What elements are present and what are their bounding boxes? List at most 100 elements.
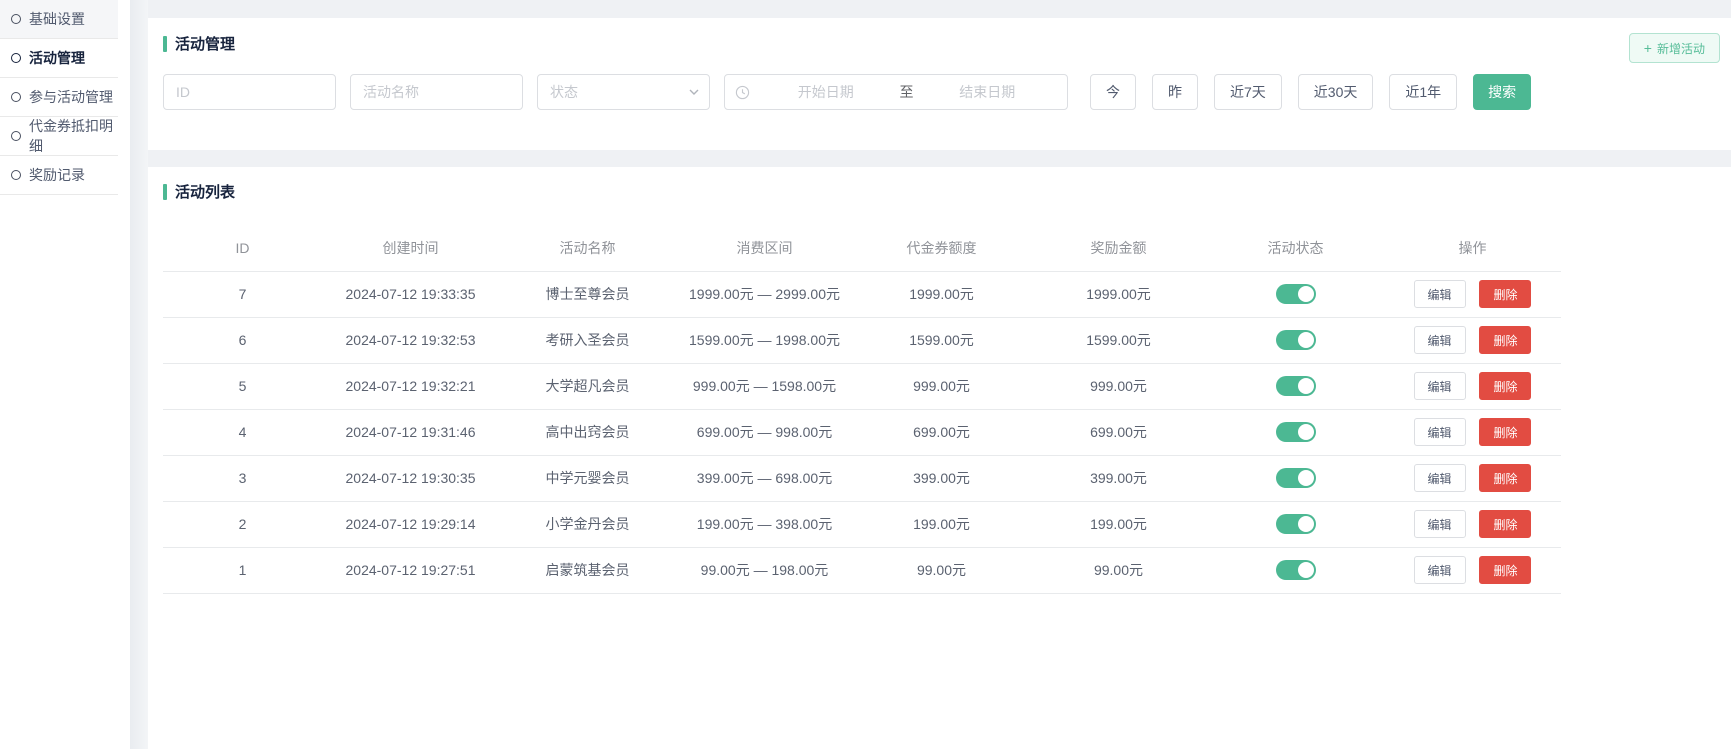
status-toggle[interactable]: [1276, 422, 1316, 442]
id-filter-input[interactable]: [163, 74, 336, 110]
filter-section-title: 活动管理: [163, 33, 235, 54]
edit-button[interactable]: 编辑: [1414, 372, 1466, 400]
sidebar-content-divider: [130, 0, 148, 749]
cell-voucher-amount: 399.00元: [853, 455, 1030, 501]
delete-button[interactable]: 删除: [1479, 510, 1531, 538]
section-marker: [163, 36, 167, 52]
status-toggle[interactable]: [1276, 468, 1316, 488]
status-filter-value[interactable]: [537, 74, 710, 110]
cell-created-time: 2024-07-12 19:27:51: [322, 547, 499, 593]
cell-consumption-range: 1599.00元 — 1998.00元: [676, 317, 853, 363]
sidebar-item-activity-management[interactable]: 活动管理: [0, 39, 118, 78]
cell-created-time: 2024-07-12 19:29:14: [322, 501, 499, 547]
sidebar-item-label: 奖励记录: [29, 165, 85, 185]
cell-activity-name: 博士至尊会员: [499, 271, 676, 317]
circle-icon: [11, 170, 21, 180]
cell-voucher-amount: 199.00元: [853, 501, 1030, 547]
table-header-row: ID创建时间活动名称消费区间代金券额度奖励金额活动状态操作: [163, 225, 1561, 271]
cell-created-time: 2024-07-12 19:33:35: [322, 271, 499, 317]
cell-id: 3: [163, 455, 322, 501]
table-row: 2 2024-07-12 19:29:14 小学金丹会员 199.00元 — 3…: [163, 501, 1561, 547]
column-header-5: 奖励金额: [1030, 225, 1207, 271]
date-range-picker[interactable]: 开始日期 至 结束日期: [724, 74, 1068, 110]
quick-range-today[interactable]: 今: [1090, 74, 1136, 110]
add-activity-button[interactable]: + 新增活动: [1629, 33, 1720, 63]
cell-id: 2: [163, 501, 322, 547]
main-content: 活动管理 + 新增活动 开始日期 至 结束日期: [148, 0, 1731, 749]
end-date-placeholder[interactable]: 结束日期: [918, 82, 1058, 102]
table-row: 3 2024-07-12 19:30:35 中学元婴会员 399.00元 — 6…: [163, 455, 1561, 501]
cell-activity-name: 考研入圣会员: [499, 317, 676, 363]
list-section-title-text: 活动列表: [175, 181, 235, 202]
status-toggle[interactable]: [1276, 330, 1316, 350]
delete-button[interactable]: 删除: [1479, 464, 1531, 492]
edit-button[interactable]: 编辑: [1414, 556, 1466, 584]
quick-range-last1year[interactable]: 近1年: [1389, 74, 1457, 110]
sidebar-item-basic-settings[interactable]: 基础设置: [0, 0, 118, 39]
column-header-7: 操作: [1384, 225, 1561, 271]
edit-button[interactable]: 编辑: [1414, 464, 1466, 492]
quick-range-last30days[interactable]: 近30天: [1298, 74, 1374, 110]
status-toggle[interactable]: [1276, 376, 1316, 396]
cell-voucher-amount: 699.00元: [853, 409, 1030, 455]
table-row: 5 2024-07-12 19:32:21 大学超凡会员 999.00元 — 1…: [163, 363, 1561, 409]
cell-voucher-amount: 1599.00元: [853, 317, 1030, 363]
cell-reward-amount: 1599.00元: [1030, 317, 1207, 363]
activity-name-filter-input[interactable]: [350, 74, 523, 110]
quick-range-last7days[interactable]: 近7天: [1214, 74, 1282, 110]
sidebar-item-label: 参与活动管理: [29, 87, 113, 107]
clock-icon: [735, 85, 750, 100]
delete-button[interactable]: 删除: [1479, 326, 1531, 354]
status-toggle[interactable]: [1276, 514, 1316, 534]
cell-id: 6: [163, 317, 322, 363]
cell-reward-amount: 399.00元: [1030, 455, 1207, 501]
cell-id: 1: [163, 547, 322, 593]
column-header-2: 活动名称: [499, 225, 676, 271]
cell-created-time: 2024-07-12 19:30:35: [322, 455, 499, 501]
activity-filter-card: 活动管理 + 新增活动 开始日期 至 结束日期: [148, 18, 1731, 150]
sidebar-item-participation-management[interactable]: 参与活动管理: [0, 78, 118, 117]
cell-created-time: 2024-07-12 19:31:46: [322, 409, 499, 455]
search-button[interactable]: 搜索: [1473, 74, 1531, 110]
cell-reward-amount: 99.00元: [1030, 547, 1207, 593]
cell-reward-amount: 999.00元: [1030, 363, 1207, 409]
delete-button[interactable]: 删除: [1479, 280, 1531, 308]
cell-voucher-amount: 1999.00元: [853, 271, 1030, 317]
column-header-0: ID: [163, 225, 322, 271]
edit-button[interactable]: 编辑: [1414, 280, 1466, 308]
table-row: 1 2024-07-12 19:27:51 启蒙筑基会员 99.00元 — 19…: [163, 547, 1561, 593]
cell-id: 5: [163, 363, 322, 409]
list-section-title: 活动列表: [163, 181, 235, 202]
start-date-placeholder[interactable]: 开始日期: [756, 82, 896, 102]
edit-button[interactable]: 编辑: [1414, 418, 1466, 446]
status-filter-select[interactable]: [537, 74, 710, 110]
circle-icon: [11, 131, 21, 141]
sidebar-item-label: 代金券抵扣明细: [29, 116, 118, 156]
circle-icon: [11, 53, 21, 63]
edit-button[interactable]: 编辑: [1414, 510, 1466, 538]
sidebar-item-voucher-deduction-detail[interactable]: 代金券抵扣明细: [0, 117, 118, 156]
column-header-1: 创建时间: [322, 225, 499, 271]
filter-section-title-text: 活动管理: [175, 33, 235, 54]
add-activity-label: 新增活动: [1657, 40, 1705, 57]
cell-voucher-amount: 99.00元: [853, 547, 1030, 593]
delete-button[interactable]: 删除: [1479, 418, 1531, 446]
table-row: 6 2024-07-12 19:32:53 考研入圣会员 1599.00元 — …: [163, 317, 1561, 363]
cell-voucher-amount: 999.00元: [853, 363, 1030, 409]
cell-reward-amount: 199.00元: [1030, 501, 1207, 547]
cell-consumption-range: 699.00元 — 998.00元: [676, 409, 853, 455]
delete-button[interactable]: 删除: [1479, 372, 1531, 400]
cell-consumption-range: 1999.00元 — 2999.00元: [676, 271, 853, 317]
sidebar-item-reward-records[interactable]: 奖励记录: [0, 156, 118, 195]
cell-created-time: 2024-07-12 19:32:21: [322, 363, 499, 409]
quick-range-yesterday[interactable]: 昨: [1152, 74, 1198, 110]
edit-button[interactable]: 编辑: [1414, 326, 1466, 354]
status-toggle[interactable]: [1276, 284, 1316, 304]
delete-button[interactable]: 删除: [1479, 556, 1531, 584]
section-marker: [163, 184, 167, 200]
column-header-4: 代金券额度: [853, 225, 1030, 271]
status-toggle[interactable]: [1276, 560, 1316, 580]
activity-list-card: 活动列表 ID创建时间活动名称消费区间代金券额度奖励金额活动状态操作 7 202…: [148, 167, 1731, 749]
cell-activity-name: 高中出窍会员: [499, 409, 676, 455]
activity-table: ID创建时间活动名称消费区间代金券额度奖励金额活动状态操作 7 2024-07-…: [163, 225, 1561, 594]
